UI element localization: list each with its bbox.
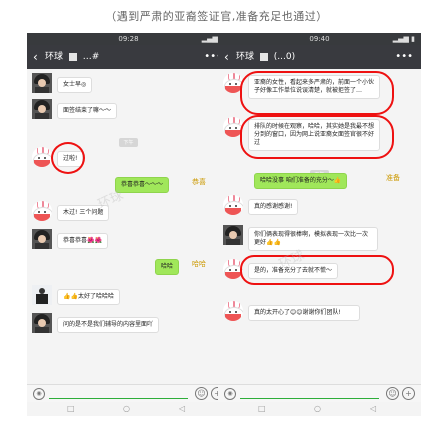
chat-title: 环球 …#	[45, 45, 99, 69]
message-bubble: 木过! 三个问题	[57, 205, 110, 221]
voice-icon[interactable]: ◉	[224, 388, 236, 400]
message-bubble: 你们俩表现得很棒啊，模拟表现一次比一次更好👍👍	[248, 227, 378, 251]
avatar-bunny[interactable]	[32, 201, 52, 221]
avatar-girl[interactable]	[32, 313, 52, 333]
message-bubble: 女士早◎	[57, 77, 93, 93]
message-bubble: 面签结束了嘛～～	[57, 103, 118, 119]
sticker-image: 恭喜	[192, 178, 206, 186]
right-phone-screenshot: 09:40 ▂▄▆ ▮ ‹ 环球 (...0) ••• 亚裔的女性，看起来多严肃…	[218, 33, 421, 416]
message-bubble-me: 恭喜恭喜～～～	[115, 177, 170, 193]
red-highlight-circle	[240, 71, 394, 115]
avatar-bunny[interactable]	[223, 301, 243, 321]
chat-title-suffix: …#	[82, 52, 100, 62]
message-bubble: 真的感谢感谢!	[248, 199, 299, 215]
red-highlight-circle	[240, 255, 394, 285]
nav-square-icon[interactable]: □	[258, 404, 266, 413]
chat-title-suffix: (...0)	[273, 52, 296, 62]
avatar-girl[interactable]	[32, 99, 52, 119]
message-bubble: 👍👍太好了哈哈哈	[57, 289, 120, 305]
avatar-girl[interactable]	[32, 229, 52, 249]
avatar-bunny[interactable]	[32, 147, 52, 167]
avatar-bunny[interactable]	[223, 195, 243, 215]
sticker-image: 准备	[386, 174, 400, 182]
system-nav-bar: □ ○ ◁	[27, 402, 230, 416]
avatar-girl[interactable]	[223, 225, 243, 245]
emoji-icon[interactable]: ☺	[195, 387, 208, 400]
caption: （遇到严肃的亚裔签证官,准备充足也通过）	[105, 10, 328, 23]
status-bar: 09:28 ▂▄▆ ▮	[27, 33, 230, 45]
back-arrow-icon[interactable]: ‹	[224, 45, 229, 69]
chat-area: 女士早◎ 面签结束了嘛～～ 下午 过啦! 恭喜恭喜～～～ 恭喜 木过! 三个问题…	[27, 69, 230, 384]
red-highlight-circle	[51, 142, 85, 174]
chat-area: 亚裔的女性，看起来多严肃的，前面一个小伙子好像工作单位说误清楚，就被拒签了… 排…	[218, 69, 421, 384]
redacted-block	[259, 52, 268, 61]
message-bubble: 问的是不是我们辅导的内容里面吖	[57, 317, 160, 333]
timestamp-label: 下午	[119, 138, 138, 147]
nav-home-icon[interactable]: ○	[314, 404, 321, 413]
back-arrow-icon[interactable]: ‹	[33, 45, 38, 69]
status-time: 09:40	[309, 35, 330, 43]
system-nav-bar: □ ○ ◁	[218, 402, 421, 416]
input-bar: ◉ ☺ +	[218, 384, 421, 403]
message-bubble: 真的太开心了😊😊谢谢你们团队!	[248, 305, 360, 321]
sticker-image: 哈哈	[192, 260, 206, 268]
avatar-man[interactable]	[32, 285, 52, 305]
nav-square-icon[interactable]: □	[67, 404, 75, 413]
chat-title: 环球 (...0)	[236, 45, 295, 69]
red-highlight-circle	[240, 115, 394, 159]
status-time: 09:28	[118, 35, 139, 43]
input-bar: ◉ ☺ +	[27, 384, 230, 403]
redacted-block	[68, 52, 77, 61]
message-bubble-me: 哈哈	[155, 259, 180, 275]
avatar-girl[interactable]	[32, 73, 52, 93]
nav-home-icon[interactable]: ○	[123, 404, 130, 413]
signal-battery-icon: ▂▄▆ ▮	[392, 35, 415, 43]
chat-title-bar: ‹ 环球 …# •••	[27, 45, 230, 69]
chat-title-text: 环球	[45, 52, 64, 62]
message-bubble-me: 哈哈没事 咱们准备的充分～👍	[254, 173, 348, 189]
message-bubble: 恭喜恭喜🌺🌺	[57, 233, 108, 249]
nav-back-icon[interactable]: ◁	[179, 404, 185, 413]
emoji-icon[interactable]: ☺	[386, 387, 399, 400]
voice-icon[interactable]: ◉	[33, 388, 45, 400]
chat-title-bar: ‹ 环球 (...0) •••	[218, 45, 421, 69]
plus-icon[interactable]: +	[402, 387, 415, 400]
chat-title-text: 环球	[236, 52, 255, 62]
nav-back-icon[interactable]: ◁	[370, 404, 376, 413]
left-phone-screenshot: 09:28 ▂▄▆ ▮ ‹ 环球 …# ••• 女士早◎ 面签结束了嘛～～ 下午…	[27, 33, 230, 416]
more-icon[interactable]: •••	[395, 45, 413, 69]
text-input[interactable]	[240, 398, 379, 399]
status-bar: 09:40 ▂▄▆ ▮	[218, 33, 421, 45]
text-input[interactable]	[49, 398, 188, 399]
